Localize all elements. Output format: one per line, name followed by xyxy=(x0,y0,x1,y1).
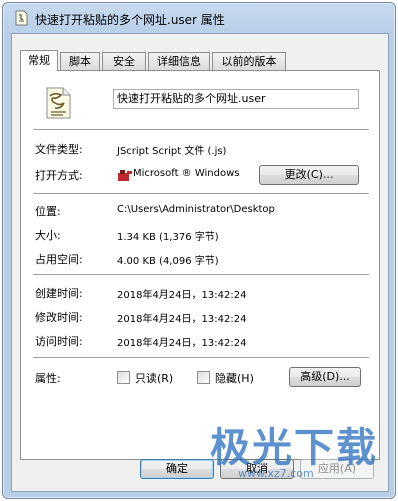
open-with-value: Microsoft ® Windows xyxy=(133,168,240,179)
tab-details[interactable]: 详细信息 xyxy=(148,52,210,70)
file-type-label: 文件类型: xyxy=(35,143,83,156)
file-name-input[interactable]: 快速打开粘贴的多个网址.user xyxy=(113,89,359,109)
tab-security[interactable]: 安全 xyxy=(102,52,146,70)
watermark-logo: 极光下载 xyxy=(210,425,378,471)
watermark-url: www.xz7.com xyxy=(238,467,314,480)
location-label: 位置: xyxy=(35,205,61,218)
created-label: 创建时间: xyxy=(35,287,83,300)
accessed-label: 访问时间: xyxy=(35,335,83,348)
divider xyxy=(33,193,369,195)
advanced-button[interactable]: 高级(D)... xyxy=(289,367,361,387)
title-bar[interactable]: 快速打开粘贴的多个网址.user 属性 xyxy=(3,3,395,33)
general-panel: 快速打开粘贴的多个网址.user 文件类型: JScript Script 文件… xyxy=(20,70,380,460)
readonly-label[interactable]: 只读(R) xyxy=(135,370,173,386)
disk-size-label: 占用空间: xyxy=(35,253,83,266)
script-file-icon xyxy=(15,10,28,26)
tab-general[interactable]: 常规 xyxy=(20,50,58,71)
readonly-checkbox[interactable] xyxy=(117,371,130,384)
divider xyxy=(33,357,369,359)
disk-size-value: 4.00 KB (4,096 字节) xyxy=(117,256,219,267)
hidden-label[interactable]: 隐藏(H) xyxy=(215,370,254,386)
size-label: 大小: xyxy=(35,229,61,242)
divider xyxy=(33,129,369,131)
size-value: 1.34 KB (1,376 字节) xyxy=(117,232,219,243)
created-value: 2018年4月24日，13:42:24 xyxy=(117,290,247,301)
change-button[interactable]: 更改(C)... xyxy=(259,165,359,185)
window-title: 快速打开粘贴的多个网址.user 属性 xyxy=(35,13,225,27)
hidden-checkbox[interactable] xyxy=(197,371,210,384)
open-with-label: 打开方式: xyxy=(35,169,83,182)
tab-previous-versions[interactable]: 以前的版本 xyxy=(212,52,286,70)
file-type-value: JScript Script 文件 (.js) xyxy=(117,146,227,157)
modified-label: 修改时间: xyxy=(35,311,83,324)
accessed-value: 2018年4月24日，13:42:24 xyxy=(117,338,247,349)
tab-script[interactable]: 脚本 xyxy=(60,52,100,70)
modified-value: 2018年4月24日，13:42:24 xyxy=(117,314,247,325)
divider xyxy=(33,274,369,276)
script-file-icon xyxy=(46,87,71,119)
attributes-label: 属性: xyxy=(35,372,61,385)
windows-script-host-icon xyxy=(118,170,132,181)
location-value: C:\Users\Administrator\Desktop xyxy=(117,204,275,215)
ok-button[interactable]: 确定 xyxy=(140,459,214,479)
